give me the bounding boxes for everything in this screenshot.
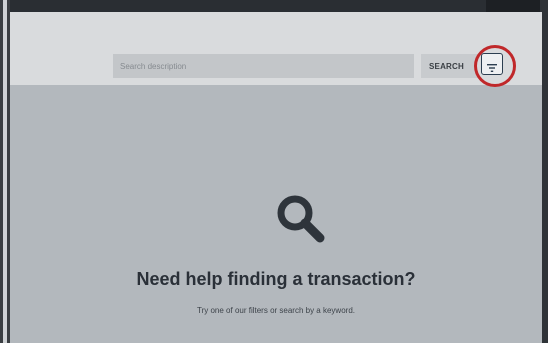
empty-state-title: Need help finding a transaction? — [136, 269, 416, 289]
empty-state-subtitle: Try one of our filters or search by a ke… — [197, 306, 355, 315]
search-button[interactable]: SEARCH — [421, 54, 477, 78]
search-toolbar: SEARCH — [10, 12, 542, 87]
magnifier-icon — [275, 193, 345, 268]
window-top-strip-dark — [486, 0, 548, 12]
window-top-strip — [10, 0, 548, 12]
search-input[interactable] — [113, 54, 414, 78]
transactions-panel: SEARCH Need help finding a transaction? … — [10, 12, 542, 343]
highlight-ring — [474, 45, 516, 87]
window-frame-left-highlight — [3, 0, 7, 343]
empty-state: Need help finding a transaction? Try one… — [10, 85, 542, 343]
